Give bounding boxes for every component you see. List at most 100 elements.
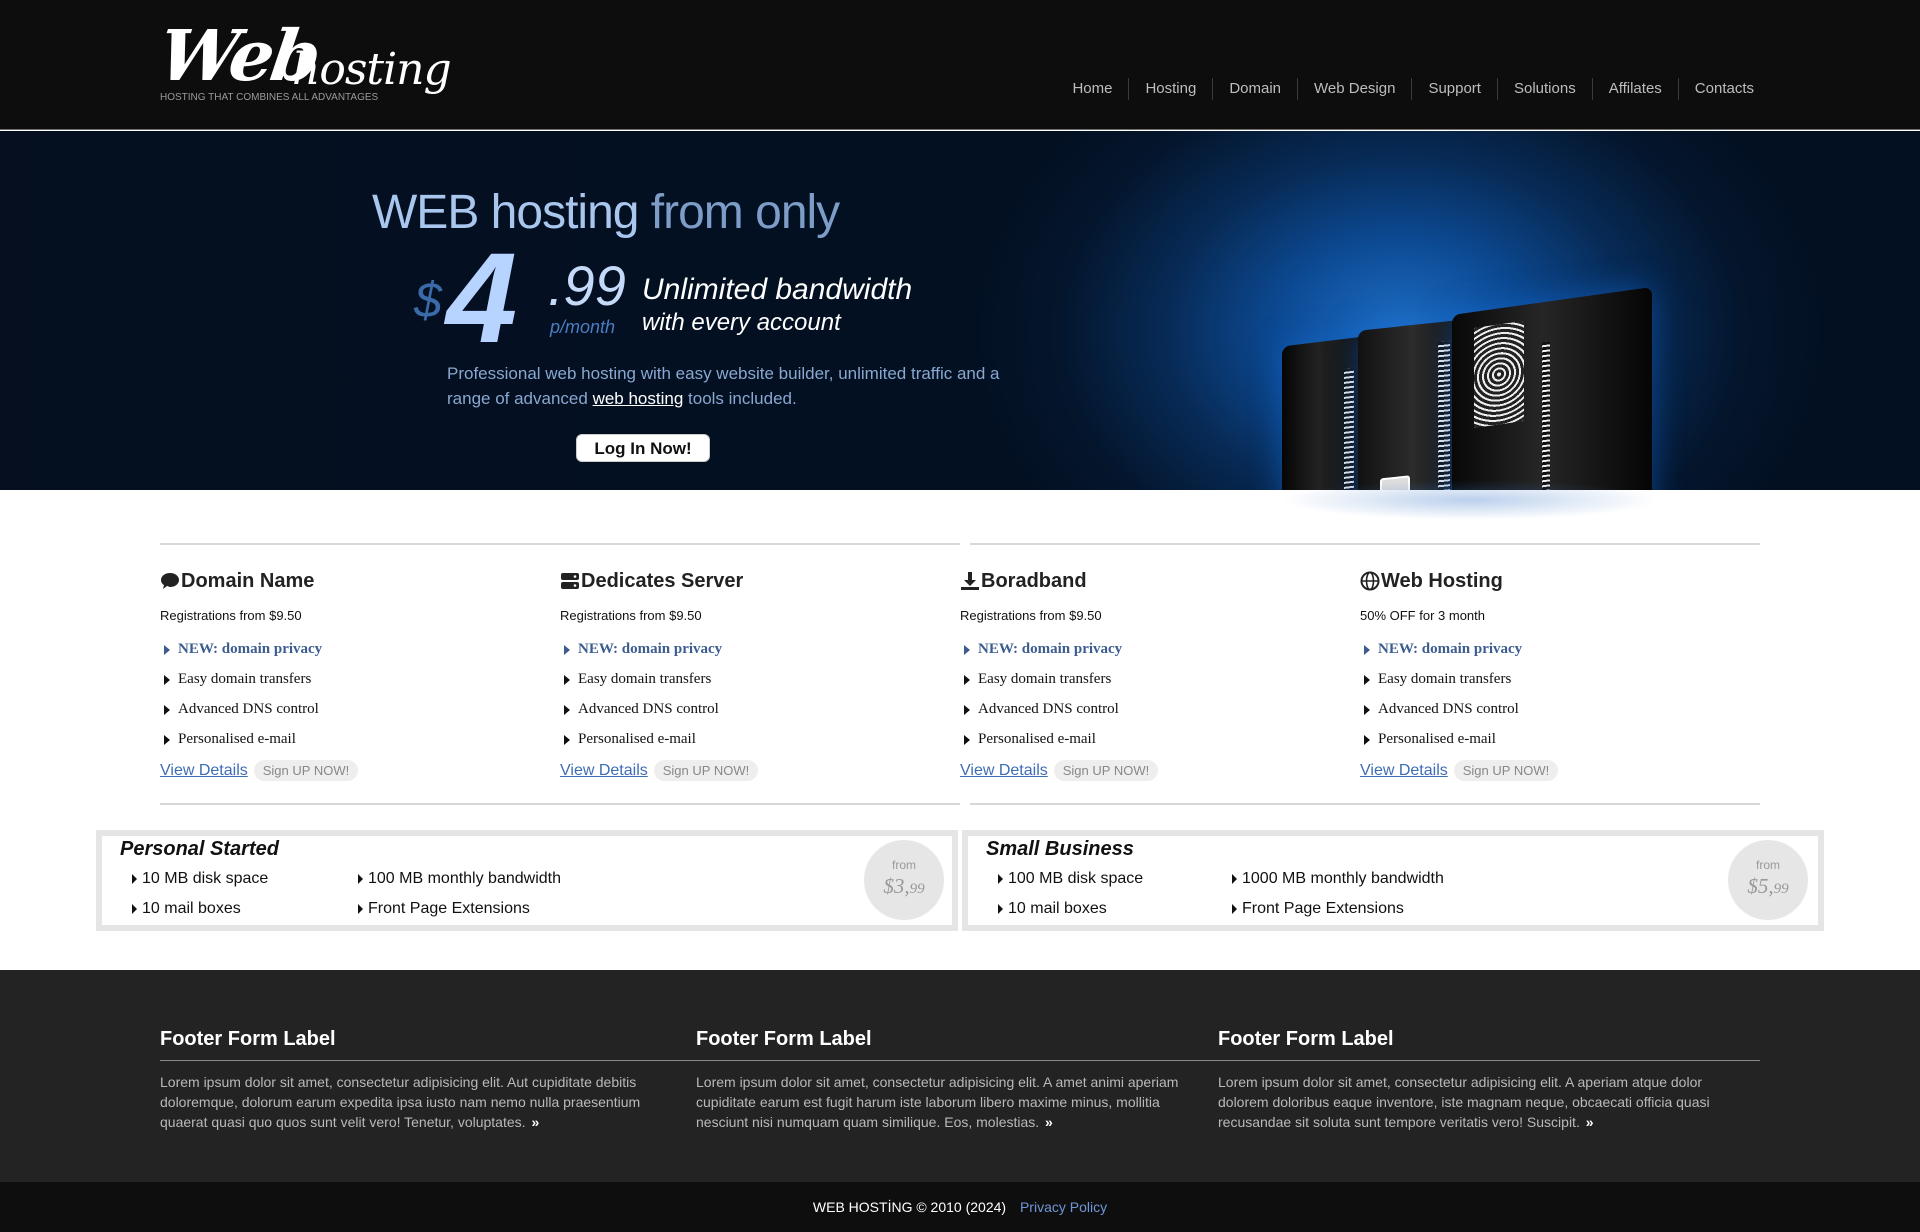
plan-personal[interactable]: Personal Started 10 MB disk space 100 MB… — [96, 830, 958, 931]
feature-web-hosting: Web Hosting 50% OFF for 3 month NEW: dom… — [1360, 566, 1740, 781]
list-item: Easy domain transfers — [960, 670, 1340, 700]
price-cents: .99 — [548, 254, 626, 317]
plan-feature: 10 MB disk space — [132, 870, 268, 888]
divider-top-left — [160, 543, 960, 545]
feature-subtitle: Registrations from $9.50 — [160, 608, 302, 623]
divider-top-right — [970, 543, 1760, 545]
badge-from: from — [1756, 858, 1780, 872]
plan-name: Personal Started — [120, 838, 279, 860]
main-nav: Home Hosting Domain Web Design Support S… — [1056, 78, 1770, 100]
download-icon — [961, 572, 979, 590]
sign-up-button[interactable]: Sign UP NOW! — [653, 760, 759, 781]
read-more-icon[interactable]: » — [1045, 1114, 1053, 1130]
server-tower-right — [1452, 286, 1652, 490]
list-item: Advanced DNS control — [160, 700, 540, 730]
feature-actions: View Details Sign UP NOW! — [560, 760, 759, 781]
list-item: Advanced DNS control — [960, 700, 1340, 730]
plan-feature: 10 mail boxes — [998, 900, 1107, 918]
list-item: Advanced DNS control — [1360, 700, 1740, 730]
feature-title: Web Hosting — [1360, 566, 1740, 596]
footer-bottom-bar: WEB HOSTİNG © 2010 (2024) Privacy Policy — [0, 1182, 1920, 1232]
list-item: NEW: domain privacy — [960, 640, 1340, 670]
nav-affilates[interactable]: Affilates — [1591, 78, 1678, 100]
footer-divider — [160, 1060, 1760, 1061]
price-badge: from $5,99 — [1728, 840, 1808, 920]
feature-subtitle: Registrations from $9.50 — [960, 608, 1102, 623]
list-item: Personalised e-mail — [960, 730, 1340, 760]
list-item: NEW: domain privacy — [1360, 640, 1740, 670]
sign-up-button[interactable]: Sign UP NOW! — [253, 760, 359, 781]
nav-support[interactable]: Support — [1411, 78, 1497, 100]
divider-bottom-left — [160, 803, 960, 805]
feature-title-text: Boradband — [981, 569, 1087, 592]
footer-column-title: Footer Form Label — [1218, 1028, 1394, 1050]
logo[interactable]: Web hosting HOSTING THAT COMBINES ALL AD… — [154, 14, 452, 114]
footer-column: Footer Form Label Lorem ipsum dolor sit … — [696, 1028, 1196, 1132]
plan-feature: Front Page Extensions — [358, 900, 530, 918]
nav-domain[interactable]: Domain — [1212, 78, 1297, 100]
hero-tagline-2: with every account — [642, 309, 841, 336]
plan-feature: 100 MB monthly bandwidth — [358, 870, 561, 888]
feature-list: NEW: domain privacy Easy domain transfer… — [160, 640, 540, 760]
badge-from: from — [892, 858, 916, 872]
hero-desc-after: tools included. — [683, 389, 797, 408]
price-integer: 4 — [446, 227, 517, 370]
list-item: Easy domain transfers — [560, 670, 940, 700]
feature-list: NEW: domain privacy Easy domain transfer… — [1360, 640, 1740, 760]
feature-title-text: Domain Name — [181, 569, 315, 592]
logo-tagline: HOSTING THAT COMBINES ALL ADVANTAGES — [160, 92, 379, 103]
feature-subtitle: 50% OFF for 3 month — [1360, 608, 1485, 623]
privacy-policy-link[interactable]: Privacy Policy — [1020, 1199, 1107, 1215]
login-button[interactable]: Log In Now! — [576, 434, 710, 462]
hero-banner: WEB hosting from only $ 4 .99 p/month Un… — [0, 131, 1920, 490]
site-header: Web hosting HOSTING THAT COMBINES ALL AD… — [0, 0, 1920, 130]
feature-dedicated-server: Dedicates Server Registrations from $9.5… — [560, 566, 940, 781]
view-details-link[interactable]: View Details — [560, 762, 648, 780]
feature-actions: View Details Sign UP NOW! — [160, 760, 359, 781]
nav-hosting[interactable]: Hosting — [1128, 78, 1212, 100]
footer-column-text: Lorem ipsum dolor sit amet, consectetur … — [160, 1074, 641, 1130]
plan-feature: 1000 MB monthly bandwidth — [1232, 870, 1444, 888]
footer-column-text: Lorem ipsum dolor sit amet, consectetur … — [1218, 1074, 1710, 1130]
globe-icon — [1360, 571, 1380, 591]
plan-feature: 10 mail boxes — [132, 900, 241, 918]
feature-title: Domain Name — [160, 566, 540, 596]
view-details-link[interactable]: View Details — [1360, 762, 1448, 780]
list-item: Advanced DNS control — [560, 700, 940, 730]
read-more-icon[interactable]: » — [531, 1114, 539, 1130]
feature-subtitle: Registrations from $9.50 — [560, 608, 702, 623]
list-item: Easy domain transfers — [160, 670, 540, 700]
hero-headline-suffix: from only — [638, 186, 840, 239]
nav-contacts[interactable]: Contacts — [1677, 78, 1770, 100]
feature-actions: View Details Sign UP NOW! — [1360, 760, 1559, 781]
price-period: p/month — [550, 317, 616, 337]
footer-column-text: Lorem ipsum dolor sit amet, consectetur … — [696, 1074, 1179, 1130]
feature-actions: View Details Sign UP NOW! — [960, 760, 1159, 781]
footer-column-title: Footer Form Label — [160, 1028, 336, 1050]
web-hosting-link[interactable]: web hosting — [593, 389, 684, 408]
logo-hosting-text: hosting — [292, 44, 452, 95]
hero-headline: WEB hosting from only — [372, 185, 840, 240]
plan-feature: Front Page Extensions — [1232, 900, 1404, 918]
feature-title: Boradband — [960, 566, 1340, 596]
nav-solutions[interactable]: Solutions — [1496, 78, 1592, 100]
nav-web-design[interactable]: Web Design — [1297, 78, 1411, 100]
feature-list: NEW: domain privacy Easy domain transfer… — [560, 640, 940, 760]
copyright-text: WEB HOSTİNG © 2010 (2024) — [812, 1199, 1007, 1215]
read-more-icon[interactable]: » — [1586, 1114, 1594, 1130]
chat-bubble-icon — [161, 573, 179, 589]
badge-price: $3,99 — [883, 874, 925, 898]
view-details-link[interactable]: View Details — [160, 762, 248, 780]
hero-description: Professional web hosting with easy websi… — [447, 361, 1027, 411]
price-dollar: $ — [414, 272, 442, 328]
view-details-link[interactable]: View Details — [960, 762, 1048, 780]
sign-up-button[interactable]: Sign UP NOW! — [1053, 760, 1159, 781]
sign-up-button[interactable]: Sign UP NOW! — [1453, 760, 1559, 781]
feature-list: NEW: domain privacy Easy domain transfer… — [960, 640, 1340, 760]
plan-small-business[interactable]: Small Business 100 MB disk space 1000 MB… — [962, 830, 1824, 931]
nav-home[interactable]: Home — [1056, 78, 1128, 100]
plan-name: Small Business — [986, 838, 1134, 860]
footer-column-title: Footer Form Label — [696, 1028, 872, 1050]
server-icon — [561, 573, 579, 589]
badge-price: $5,99 — [1747, 874, 1789, 898]
